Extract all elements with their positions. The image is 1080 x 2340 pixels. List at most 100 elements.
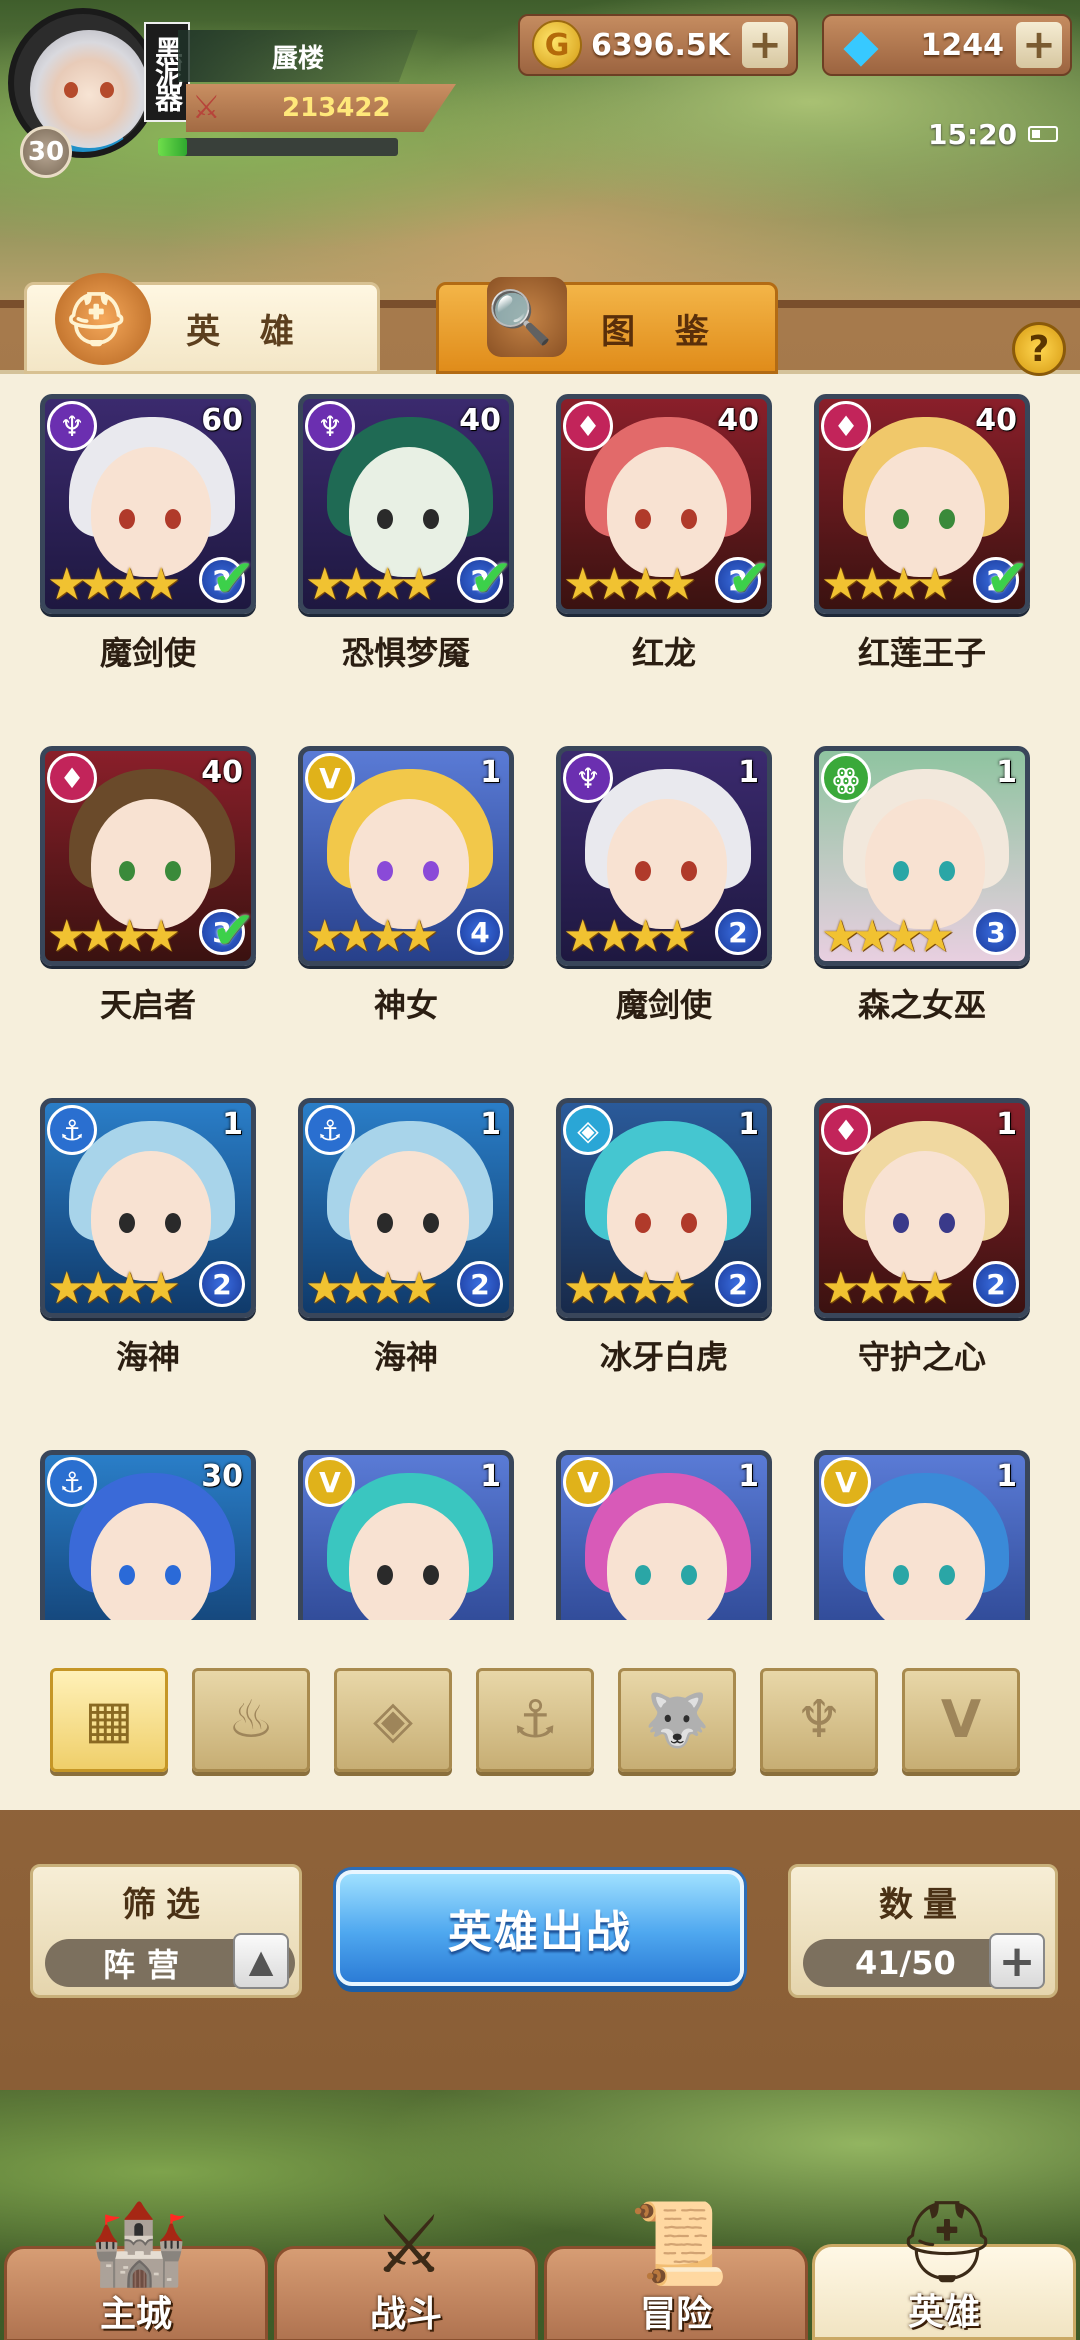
hero-portrait-frame[interactable]: ♆ 1 ★★★★ 2 bbox=[556, 746, 772, 966]
filter-title: 筛选 bbox=[122, 1885, 210, 1925]
nav-tab-0[interactable]: 🏰 主城 bbox=[4, 2197, 268, 2340]
hero-card[interactable]: ꙮ 1 ★★★★ 3 森之女巫 bbox=[794, 740, 1030, 1060]
hero-level: 1 bbox=[480, 1107, 501, 1142]
light-faction-icon: V bbox=[305, 753, 355, 803]
star-rating: ★★★★ bbox=[305, 911, 439, 962]
hero-card[interactable]: ♦ 40 ★★★★ 3 ✔ 天启者 bbox=[20, 740, 256, 1060]
hero-card[interactable]: V1 bbox=[278, 1444, 514, 1620]
hero-portrait-frame[interactable]: ♦ 1 ★★★★ 2 bbox=[814, 1098, 1030, 1318]
hero-card[interactable]: ♦ 1 ★★★★ 2 守护之心 bbox=[794, 1092, 1030, 1412]
faction-filter-grid-all[interactable]: ▦ bbox=[50, 1668, 168, 1772]
hero-portrait-frame[interactable]: ♦ 40 ★★★★ 3 ✔ bbox=[40, 746, 256, 966]
hero-portrait-frame[interactable]: V1 bbox=[814, 1450, 1030, 1620]
nav-label: 战斗 bbox=[369, 2294, 442, 2335]
hero-card[interactable]: V1 bbox=[794, 1444, 1030, 1620]
bottom-nav: 🏰 主城 ⚔ 战斗 📜 冒险 ⛑ 英雄 bbox=[0, 2186, 1080, 2340]
add-gems-button[interactable]: + bbox=[1016, 22, 1062, 68]
nav-tab-2[interactable]: 📜 冒险 bbox=[544, 2197, 808, 2340]
hero-portrait-frame[interactable]: V1 bbox=[298, 1450, 514, 1620]
hero-card[interactable]: ♆ 40 ★★★★ 2 ✔ 恐惧梦魇 bbox=[278, 388, 514, 708]
faction-filter-fire-faction[interactable]: ♨ bbox=[192, 1668, 310, 1772]
deploy-heroes-button[interactable]: 英雄出战 bbox=[336, 1870, 744, 1986]
hero-portrait-frame[interactable]: ⚓ 1 ★★★★ 2 bbox=[298, 1098, 514, 1318]
add-gold-button[interactable]: + bbox=[742, 22, 788, 68]
hero-card[interactable]: V 1 ★★★★ 4 神女 bbox=[278, 740, 514, 1060]
sea-faction-icon: ⚓ bbox=[47, 1457, 97, 1507]
hero-name: 红莲王子 bbox=[857, 634, 986, 672]
faction-filter-light-faction[interactable]: V bbox=[902, 1668, 1020, 1772]
faction-filter-shadow-faction[interactable]: ♆ bbox=[760, 1668, 878, 1772]
hero-card[interactable]: ♆ 60 ★★★★ 2 ✔ 魔剑使 bbox=[20, 388, 256, 708]
hero-card[interactable]: ♦ 40 ★★★★ 2 ✔ 红龙 bbox=[536, 388, 772, 708]
tab-heroes[interactable]: ⛑ 英 雄 bbox=[24, 273, 380, 374]
hero-card[interactable]: ♆ 1 ★★★★ 2 魔剑使 bbox=[536, 740, 772, 1060]
crossed-swords-power-icon: ⚔ bbox=[192, 88, 221, 126]
player-card[interactable]: 黑泥器 30 蜃楼 213422 ⚔ bbox=[8, 8, 458, 178]
clock: 15:20 bbox=[928, 118, 1018, 151]
sea-faction-icon: ⚓ bbox=[47, 1105, 97, 1155]
help-button[interactable]: ? bbox=[1012, 322, 1066, 376]
hero-portrait-frame[interactable]: ◈ 1 ★★★★ 2 bbox=[556, 1098, 772, 1318]
expand-capacity-button[interactable]: + bbox=[989, 1933, 1045, 1989]
star-rating: ★★★★ bbox=[563, 1263, 697, 1314]
tab-gallery[interactable]: 🔍 图 鉴 bbox=[436, 277, 778, 374]
hero-portrait-frame[interactable]: ⚓ 1 ★★★★ 2 bbox=[40, 1098, 256, 1318]
hero-portrait-frame[interactable]: V 1 ★★★★ 4 bbox=[298, 746, 514, 966]
hero-portrait-frame[interactable]: ♦ 40 ★★★★ 2 ✔ bbox=[814, 394, 1030, 614]
hero-name: 森之女巫 bbox=[857, 986, 986, 1024]
hero-portrait bbox=[349, 1151, 469, 1281]
hero-card[interactable]: ⚓ 1 ★★★★ 2 海神 bbox=[278, 1092, 514, 1412]
hero-portrait bbox=[865, 799, 985, 929]
hero-card[interactable]: ⚓ 1 ★★★★ 2 海神 bbox=[20, 1092, 256, 1412]
diamond-icon: ◆ bbox=[843, 18, 879, 72]
beast-faction-icon: ꙮ bbox=[821, 753, 871, 803]
hero-name: 冰牙白虎 bbox=[599, 1338, 728, 1376]
hero-name: 神女 bbox=[373, 986, 438, 1024]
hero-portrait bbox=[607, 447, 727, 577]
exp-fill bbox=[158, 138, 187, 156]
nav-tab-1[interactable]: ⚔ 战斗 bbox=[274, 2198, 538, 2340]
hero-portrait-frame[interactable]: ♆ 40 ★★★★ 2 ✔ bbox=[298, 394, 514, 614]
tab-gallery-label: 图 鉴 bbox=[601, 311, 723, 352]
hero-helmet-icon: ⛑ bbox=[55, 273, 151, 365]
star-rating: ★★★★ bbox=[47, 559, 181, 610]
hero-name: 海神 bbox=[373, 1338, 438, 1376]
deployed-check-icon: ✔ bbox=[211, 549, 255, 609]
tab-heroes-label: 英 雄 bbox=[186, 311, 308, 352]
fire-faction-icon: ♦ bbox=[821, 1105, 871, 1155]
hero-card[interactable]: ⚓ 30 bbox=[20, 1444, 256, 1620]
fire-faction-icon: ♨ bbox=[227, 1690, 275, 1750]
hero-rank-badge: 3 bbox=[973, 909, 1019, 955]
faction-filter-bar: ▦ ♨ ◈ ⚓ 🐺 ♆ V bbox=[50, 1668, 1040, 1776]
hero-portrait bbox=[91, 447, 211, 577]
hero-portrait-frame[interactable]: ꙮ 1 ★★★★ 3 bbox=[814, 746, 1030, 966]
hero-portrait-frame[interactable]: ⚓ 30 bbox=[40, 1450, 256, 1620]
nav-tab-3[interactable]: ⛑ 英雄 bbox=[812, 2195, 1076, 2340]
faction-filter-beast-faction[interactable]: 🐺 bbox=[618, 1668, 736, 1772]
hero-portrait-frame[interactable]: V1 bbox=[556, 1450, 772, 1620]
chevron-up-icon[interactable]: ▲ bbox=[233, 1933, 289, 1989]
nav-label: 冒险 bbox=[639, 2294, 712, 2335]
filter-box: 筛选 阵营 ▲ bbox=[30, 1864, 302, 1998]
hero-portrait-frame[interactable]: ♆ 60 ★★★★ 2 ✔ bbox=[40, 394, 256, 614]
star-rating: ★★★★ bbox=[305, 1263, 439, 1314]
hero-card[interactable]: ◈ 1 ★★★★ 2 冰牙白虎 bbox=[536, 1092, 772, 1412]
hero-level: 1 bbox=[738, 1107, 759, 1142]
hero-rank-badge: 2 bbox=[973, 1261, 1019, 1307]
faction-filter-ice-faction[interactable]: ◈ bbox=[334, 1668, 452, 1772]
star-rating: ★★★★ bbox=[563, 559, 697, 610]
light-faction-icon: V bbox=[563, 1457, 613, 1507]
hero-name: 恐惧梦魇 bbox=[341, 634, 470, 672]
gold-currency: G 6396.5K + bbox=[518, 14, 798, 76]
hero-card[interactable]: V1 bbox=[536, 1444, 772, 1620]
faction-filter-anchor-faction[interactable]: ⚓ bbox=[476, 1668, 594, 1772]
hero-card[interactable]: ♦ 40 ★★★★ 2 ✔ 红莲王子 bbox=[794, 388, 1030, 708]
gem-amount: 1244 bbox=[920, 27, 1005, 63]
hero-level: 1 bbox=[996, 1107, 1017, 1142]
hero-portrait-frame[interactable]: ♦ 40 ★★★★ 2 ✔ bbox=[556, 394, 772, 614]
hero-portrait bbox=[349, 799, 469, 929]
hero-portrait bbox=[349, 447, 469, 577]
shadow-faction-icon: ♆ bbox=[305, 401, 355, 451]
hero-portrait bbox=[91, 799, 211, 929]
star-rating: ★★★★ bbox=[305, 559, 439, 610]
